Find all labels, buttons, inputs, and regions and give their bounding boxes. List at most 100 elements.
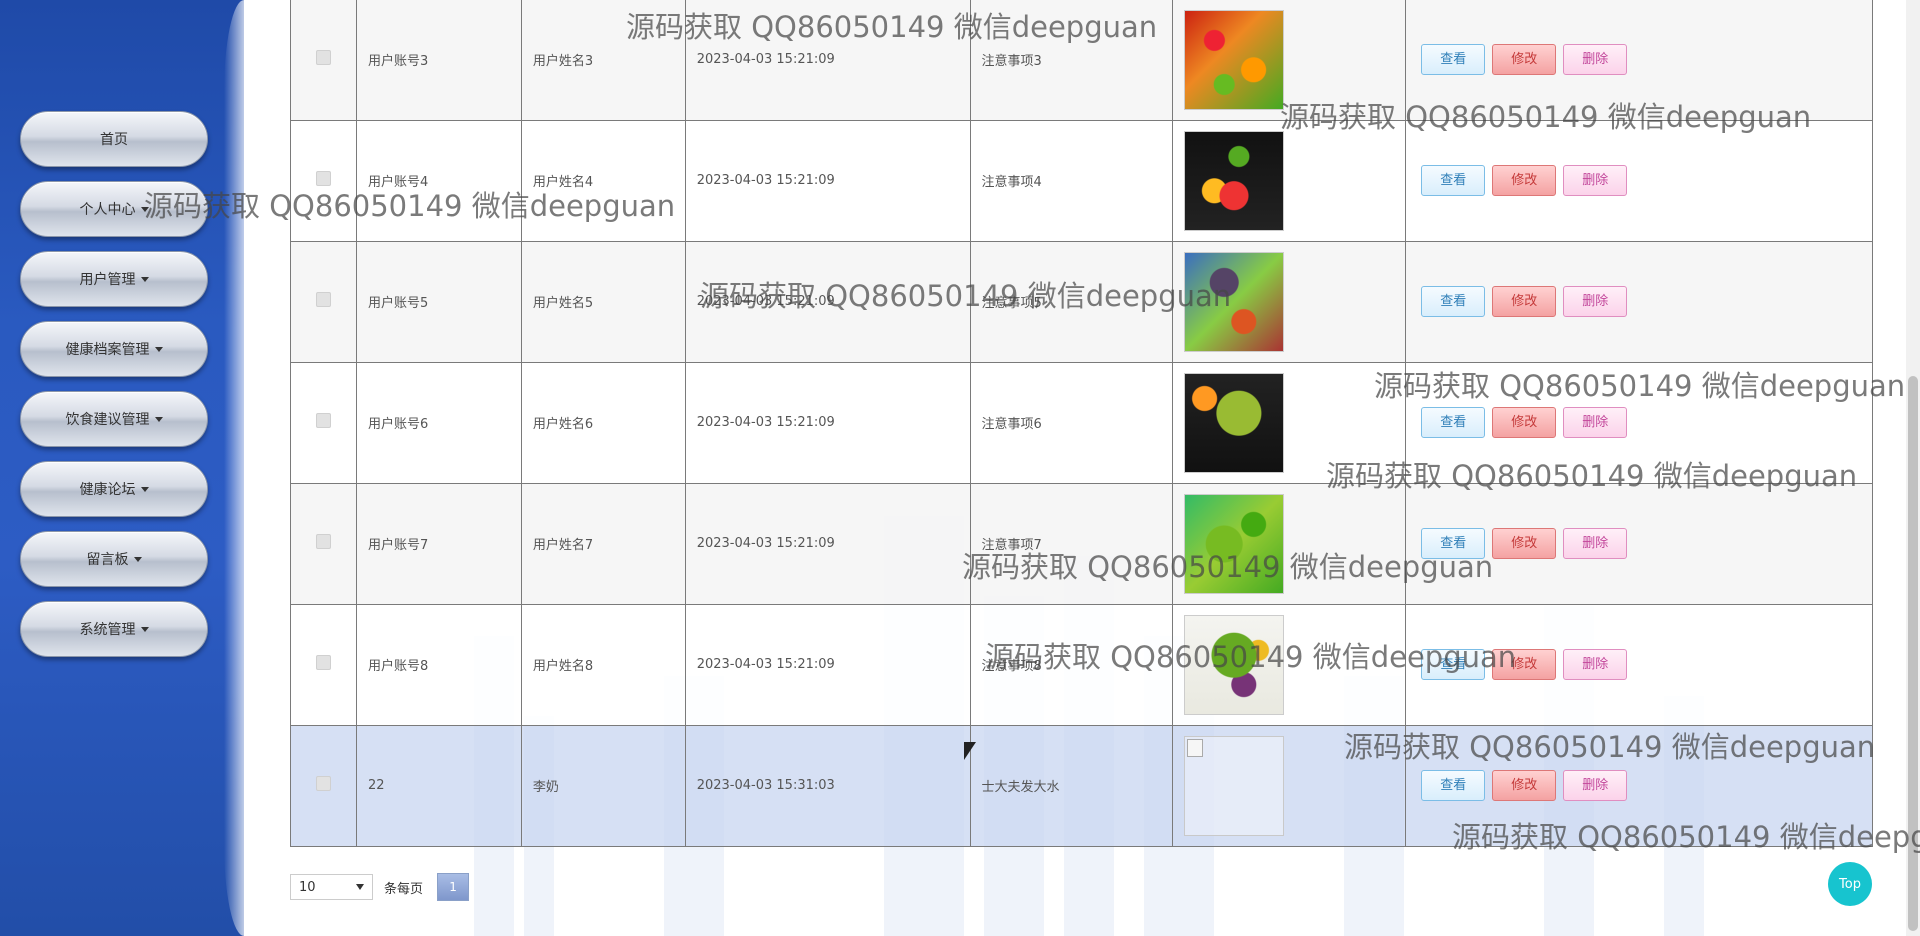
- page-number-button[interactable]: 1: [437, 873, 470, 901]
- caret-down-icon: [140, 276, 149, 282]
- view-button[interactable]: 查看: [1421, 770, 1486, 801]
- note-cell: 士大夫发大水: [969, 724, 1174, 847]
- nav-label: 饮食建议管理: [65, 412, 150, 428]
- edit-button[interactable]: 修改: [1492, 770, 1557, 801]
- row-checkbox[interactable]: [315, 776, 331, 791]
- scrollbar-thumb[interactable]: [1908, 376, 1918, 931]
- row-checkbox[interactable]: [315, 534, 331, 549]
- nav-message-board-button[interactable]: 留言板: [20, 531, 208, 587]
- table-row[interactable]: 用户账号7 用户姓名7 2023-04-03 15:21:09 注意事项7 查看…: [290, 482, 1873, 605]
- table-row[interactable]: 用户账号6 用户姓名6 2023-04-03 15:21:09 注意事项6 查看…: [290, 361, 1873, 484]
- checkbox-cell: [290, 482, 357, 605]
- edit-button[interactable]: 修改: [1492, 649, 1557, 680]
- row-checkbox[interactable]: [315, 413, 331, 428]
- table-row[interactable]: 用户账号3 用户姓名3 2023-04-03 15:21:09 注意事项3 查看…: [290, 0, 1873, 121]
- name-cell: 用户姓名8: [520, 603, 686, 726]
- row-checkbox[interactable]: [315, 171, 331, 186]
- name-cell: 用户姓名3: [520, 0, 686, 121]
- nav-diet-advice-button[interactable]: 饮食建议管理: [20, 391, 208, 447]
- row-checkbox[interactable]: [315, 655, 331, 670]
- actions-cell: 查看 修改 删除: [1405, 724, 1873, 847]
- view-button[interactable]: 查看: [1421, 649, 1486, 680]
- actions-cell: 查看 修改 删除: [1405, 0, 1873, 121]
- checkbox-cell: [290, 724, 357, 847]
- checkbox-cell: [290, 240, 357, 363]
- image-cell: [1172, 361, 1407, 484]
- table-row[interactable]: 用户账号5 用户姓名5 2023-04-03 15:21:09 注意事项5 查看…: [290, 240, 1873, 363]
- account-cell: 用户账号5: [355, 240, 522, 363]
- row-photo: [1184, 372, 1285, 473]
- nav-label: 个人中心: [79, 202, 136, 218]
- delete-button[interactable]: 删除: [1563, 770, 1628, 801]
- account-cell: 用户账号7: [355, 482, 522, 605]
- edit-button[interactable]: 修改: [1492, 44, 1557, 76]
- row-checkbox[interactable]: [315, 292, 331, 307]
- nav-home-button[interactable]: 首页: [20, 111, 208, 167]
- edit-button[interactable]: 修改: [1492, 528, 1557, 559]
- view-button[interactable]: 查看: [1421, 528, 1486, 559]
- per-page-label: 条每页: [384, 881, 424, 897]
- image-cell: [1172, 724, 1407, 847]
- caret-down-icon: [140, 486, 149, 492]
- time-cell: 2023-04-03 15:21:09: [684, 240, 971, 363]
- caret-down-icon: [140, 626, 149, 632]
- delete-button[interactable]: 删除: [1563, 528, 1628, 559]
- edit-button[interactable]: 修改: [1492, 165, 1557, 196]
- note-cell: 注意事项7: [969, 482, 1174, 605]
- nav-label: 用户管理: [79, 272, 136, 288]
- delete-button[interactable]: 删除: [1563, 286, 1628, 317]
- time-cell: 2023-04-03 15:21:09: [684, 361, 971, 484]
- nav-user-management-button[interactable]: 用户管理: [20, 251, 208, 307]
- broken-image-icon: [1184, 735, 1285, 836]
- sidebar: 首页 个人中心 用户管理 健康档案管理 饮食建议管理 健康论坛 留言板 系统管理: [0, 0, 244, 936]
- name-cell: 用户姓名6: [520, 361, 686, 484]
- table-row[interactable]: 用户账号4 用户姓名4 2023-04-03 15:21:09 注意事项4 查看…: [290, 119, 1873, 242]
- name-cell: 用户姓名5: [520, 240, 686, 363]
- checkbox-cell: [290, 361, 357, 484]
- caret-down-icon: [154, 416, 163, 422]
- caret-down-icon: [140, 206, 149, 212]
- row-photo: [1184, 614, 1285, 715]
- page-size-value: 10: [299, 879, 316, 895]
- account-cell: 用户账号4: [355, 119, 522, 242]
- view-button[interactable]: 查看: [1421, 286, 1486, 317]
- table-row[interactable]: 22 李奶 2023-04-03 15:31:03 士大夫发大水 查看 修改 删除: [290, 724, 1873, 847]
- nav-health-forum-button[interactable]: 健康论坛: [20, 461, 208, 517]
- nav-label: 健康档案管理: [65, 342, 150, 358]
- delete-button[interactable]: 删除: [1563, 44, 1628, 76]
- account-cell: 用户账号6: [355, 361, 522, 484]
- account-cell: 用户账号8: [355, 603, 522, 726]
- view-button[interactable]: 查看: [1421, 165, 1486, 196]
- delete-button[interactable]: 删除: [1563, 407, 1628, 438]
- note-cell: 注意事项6: [969, 361, 1174, 484]
- table-row[interactable]: 用户账号8 用户姓名8 2023-04-03 15:21:09 注意事项8 查看…: [290, 603, 1873, 726]
- edit-button[interactable]: 修改: [1492, 286, 1557, 317]
- nav-label: 留言板: [86, 552, 129, 568]
- page-size-select[interactable]: 10: [290, 874, 373, 900]
- row-photo: [1184, 9, 1285, 110]
- nav-label: 健康论坛: [79, 482, 136, 498]
- checkbox-cell: [290, 119, 357, 242]
- view-button[interactable]: 查看: [1421, 44, 1486, 76]
- caret-down-icon: [133, 556, 142, 562]
- name-cell: 李奶: [520, 724, 686, 847]
- actions-cell: 查看 修改 删除: [1405, 482, 1873, 605]
- delete-button[interactable]: 删除: [1563, 649, 1628, 680]
- checkbox-cell: [290, 0, 357, 121]
- note-cell: 注意事项4: [969, 119, 1174, 242]
- image-cell: [1172, 0, 1407, 121]
- row-photo: [1184, 251, 1285, 352]
- delete-button[interactable]: 删除: [1563, 165, 1628, 196]
- note-cell: 注意事项8: [969, 603, 1174, 726]
- back-to-top-button[interactable]: Top: [1828, 862, 1872, 906]
- actions-cell: 查看 修改 删除: [1405, 119, 1873, 242]
- nav-label: 系统管理: [79, 622, 136, 638]
- nav-personal-center-button[interactable]: 个人中心: [20, 181, 208, 237]
- row-photo: [1184, 130, 1285, 231]
- view-button[interactable]: 查看: [1421, 407, 1486, 438]
- edit-button[interactable]: 修改: [1492, 407, 1557, 438]
- time-cell: 2023-04-03 15:21:09: [684, 482, 971, 605]
- nav-health-record-button[interactable]: 健康档案管理: [20, 321, 208, 377]
- nav-system-management-button[interactable]: 系统管理: [20, 601, 208, 657]
- row-checkbox[interactable]: [315, 50, 331, 66]
